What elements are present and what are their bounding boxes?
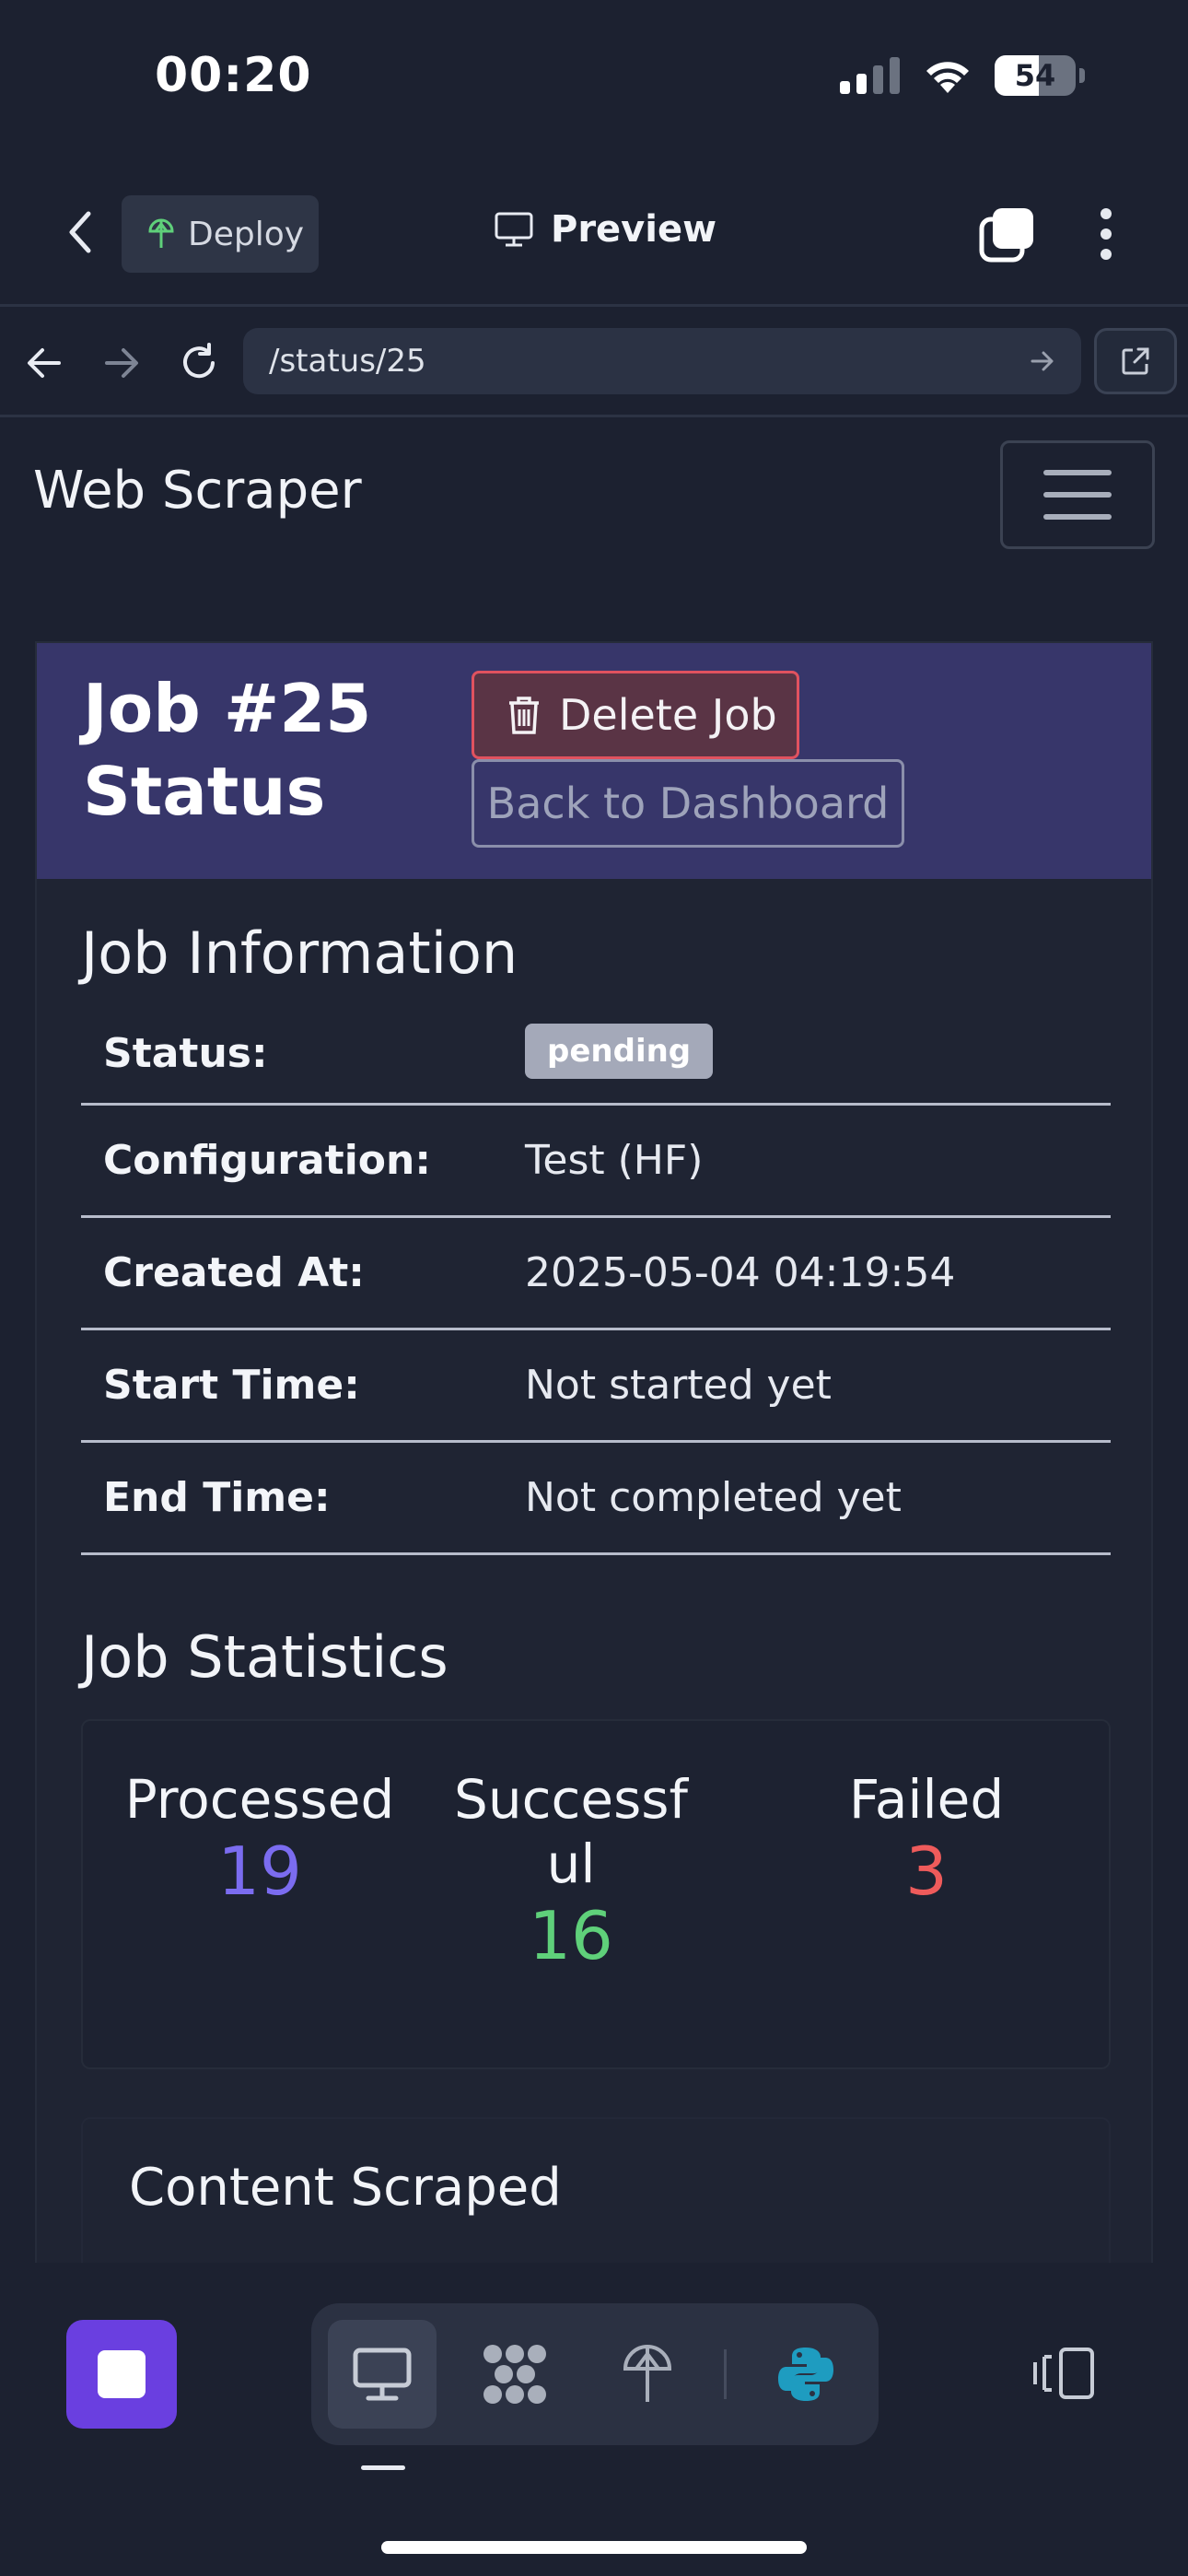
job-info-table: Status: pending Configuration: Test (HF)…	[81, 1013, 1111, 1555]
back-to-dashboard-button[interactable]: Back to Dashboard	[472, 759, 904, 848]
status-value: pending	[525, 1024, 714, 1079]
tool-preview[interactable]	[328, 2320, 437, 2429]
stat-value: 3	[905, 1832, 948, 1910]
status-time: 00:20	[155, 48, 312, 103]
stat-value: 16	[529, 1897, 613, 1974]
info-row-created-at: Created At: 2025-05-04 04:19:54	[81, 1218, 1111, 1330]
browser-forward-button[interactable]	[94, 335, 149, 391]
url-text: /status/25	[269, 343, 426, 380]
external-link-icon	[1122, 347, 1149, 375]
deploy-icon	[148, 218, 174, 248]
job-statistics-panel: Processed 19 Successful 16 Failed 3	[81, 1719, 1111, 2069]
divider	[0, 304, 1188, 307]
job-title-line-2: Status	[83, 753, 326, 830]
tool-switcher	[311, 2303, 879, 2445]
signal-icon	[840, 57, 900, 94]
info-row-start-time: Start Time: Not started yet	[81, 1330, 1111, 1443]
info-value: Not completed yet	[525, 1474, 902, 1521]
deploy-button[interactable]: Deploy	[122, 195, 319, 273]
wifi-icon	[926, 62, 969, 93]
more-icon	[1101, 208, 1112, 219]
info-value: Not started yet	[525, 1362, 832, 1409]
info-label: Start Time:	[103, 1362, 360, 1409]
status-indicators: 54	[840, 55, 1085, 96]
more-menu-button[interactable]	[1092, 205, 1120, 263]
stop-icon	[98, 2350, 146, 2398]
tabs-button[interactable]	[978, 205, 1037, 263]
preview-title: Preview	[494, 208, 716, 251]
arrow-left-icon	[28, 348, 61, 378]
info-label: Configuration:	[103, 1137, 431, 1184]
job-statistics-heading: Job Statistics	[81, 1623, 448, 1691]
tool-python[interactable]	[751, 2320, 860, 2429]
home-indicator[interactable]	[381, 2541, 807, 2554]
stat-label: Processed	[124, 1768, 395, 1831]
go-arrow-icon[interactable]	[1030, 349, 1055, 373]
stat-successful: Successful 16	[451, 1767, 691, 1975]
info-label: End Time:	[103, 1474, 331, 1521]
back-to-dashboard-label: Back to Dashboard	[486, 779, 890, 828]
delete-job-button[interactable]: Delete Job	[472, 671, 799, 759]
stat-value: 19	[217, 1832, 302, 1910]
panel-toggle-button[interactable]	[1031, 2346, 1098, 2401]
info-label: Status:	[103, 1030, 268, 1077]
job-title: Job #25 Status	[83, 667, 371, 833]
battery-tip	[1079, 68, 1085, 83]
url-bar[interactable]: /status/25	[243, 328, 1081, 394]
delete-job-label: Delete Job	[559, 690, 777, 740]
info-value: 2025-05-04 04:19:54	[525, 1249, 956, 1296]
battery-level: 54	[1014, 58, 1056, 93]
content-scraped-heading: Content Scraped	[129, 2158, 562, 2218]
deploy-icon	[623, 2345, 672, 2402]
site-brand[interactable]: Web Scraper	[33, 461, 362, 521]
hamburger-icon	[1043, 470, 1112, 475]
job-title-line-1: Job #25	[83, 670, 372, 747]
stat-processed: Processed 19	[103, 1767, 416, 1911]
content-scraped-panel: Content Scraped	[81, 2117, 1111, 2263]
battery-indicator: 54	[995, 55, 1076, 96]
stat-label: Failed	[848, 1768, 1005, 1831]
active-tool-indicator	[361, 2465, 405, 2470]
reload-button[interactable]	[171, 335, 227, 391]
preview-label: Preview	[551, 208, 717, 251]
arrow-right-icon	[105, 348, 138, 378]
monitor-icon	[353, 2348, 412, 2401]
panel-icon	[1033, 2348, 1094, 2399]
shapes-icon	[483, 2345, 546, 2404]
stop-button[interactable]	[66, 2320, 177, 2429]
job-card: Job #25 Status Delete Job Back to Dashbo…	[35, 641, 1153, 2263]
info-value: Test (HF)	[525, 1137, 704, 1184]
stat-label: Successful	[454, 1768, 688, 1895]
monitor-icon	[495, 212, 533, 247]
tabs-icon	[979, 208, 1033, 263]
browser-back-button[interactable]	[17, 335, 72, 391]
deploy-label: Deploy	[188, 215, 305, 253]
info-row-configuration: Configuration: Test (HF)	[81, 1106, 1111, 1218]
divider	[0, 415, 1188, 417]
nav-toggle-button[interactable]	[1000, 440, 1155, 549]
stat-failed: Failed 3	[770, 1767, 1083, 1911]
job-information-heading: Job Information	[81, 919, 518, 987]
job-card-header: Job #25 Status Delete Job Back to Dashbo…	[37, 643, 1151, 879]
python-icon	[778, 2348, 833, 2401]
trash-icon	[509, 697, 539, 734]
open-external-button[interactable]	[1094, 328, 1177, 394]
back-button[interactable]	[55, 205, 103, 260]
tool-workflows[interactable]	[460, 2320, 569, 2429]
info-row-status: Status: pending	[81, 1013, 1111, 1106]
info-row-end-time: End Time: Not completed yet	[81, 1443, 1111, 1555]
reload-icon	[183, 343, 215, 379]
status-badge: pending	[525, 1024, 714, 1079]
info-label: Created At:	[103, 1249, 365, 1296]
toolbar-separator	[724, 2349, 727, 2399]
tool-deploy[interactable]	[593, 2320, 702, 2429]
back-chevron-icon	[69, 211, 91, 253]
